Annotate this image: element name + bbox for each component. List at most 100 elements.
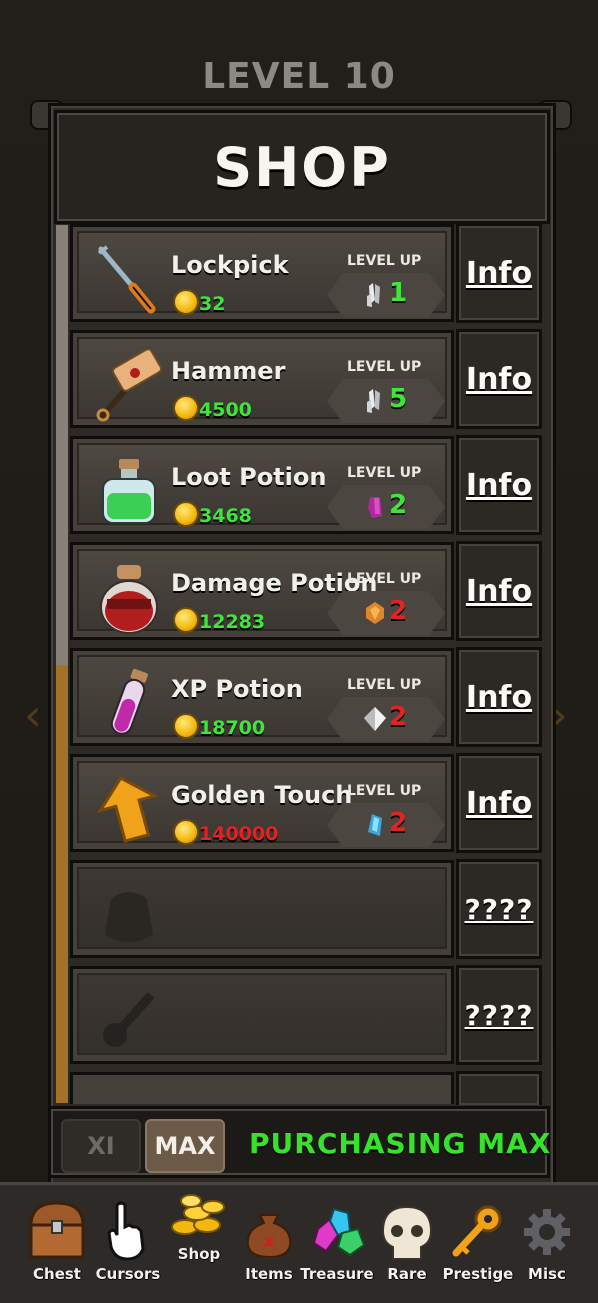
nav-rare[interactable]: Rare [380,1185,434,1303]
level-up-cost: 2 [389,596,408,626]
shop-item-golden-touch[interactable]: Golden Touch 140000 LEVEL UP 2 [70,754,454,852]
nav-label: Items [245,1265,293,1283]
level-up-button[interactable]: 2 [327,591,445,635]
coin-icon [173,607,199,633]
orange-gem-icon [366,602,384,624]
left-arrow-icon[interactable]: ‹ [24,690,42,741]
nav-shop[interactable]: Shop [164,1185,234,1303]
shop-item-lockpick[interactable]: Lockpick 32 LEVEL UP 1 [70,224,454,322]
info-label: ???? [464,998,534,1032]
info-button-loot-potion[interactable]: Info [456,435,542,535]
skull-icon [381,1205,433,1260]
info-label: ???? [464,892,534,926]
info-button-hammer[interactable]: Info [456,329,542,429]
nav-prestige[interactable]: Prestige [442,1185,514,1303]
level-up-label: LEVEL UP [347,359,422,375]
nav-label: Rare [387,1265,427,1283]
shop-item-loot-potion[interactable]: Loot Potion 3468 LEVEL UP 2 [70,436,454,534]
info-button-lockpick[interactable]: Info [456,223,542,323]
level-up-button[interactable]: 1 [327,273,445,317]
level-up-label: LEVEL UP [347,677,422,693]
key-icon [452,1205,502,1257]
nav-label: Treasure [300,1265,374,1283]
coins-icon [171,1194,225,1235]
white-crystal-icon [367,389,380,413]
level-up-cost: 2 [389,808,408,838]
info-button-locked[interactable]: ???? [456,965,542,1065]
x1-button[interactable]: XI [61,1119,141,1173]
gear-icon [524,1209,570,1255]
item-card: Loot Potion 3468 LEVEL UP 2 [77,443,447,529]
bag-icon: x [246,1214,292,1257]
gems-icon [312,1207,366,1257]
nav-label: Misc [528,1265,566,1283]
nav-label: Shop [177,1245,221,1263]
nav-treasure[interactable]: Treasure [298,1185,376,1303]
info-label: Info [465,679,533,715]
item-price: 140000 [199,823,279,845]
level-up-button[interactable]: 2 [327,803,445,847]
xp-potion-icon [110,668,148,735]
shop-item-xp-potion[interactable]: XP Potion 18700 LEVEL UP 2 [70,648,454,746]
level-up-button[interactable]: 5 [327,379,445,423]
item-card: Golden Touch 140000 LEVEL UP 2 [77,761,447,847]
shop-item-locked[interactable] [70,860,454,958]
info-button-xp-potion[interactable]: Info [456,647,542,747]
svg-text:x: x [263,1231,275,1252]
nav-label: Cursors [95,1265,161,1283]
purchasing-status: PURCHASING MAX [249,1127,552,1160]
diamond-icon [364,707,386,731]
nav-label: Prestige [442,1265,514,1283]
red-potion-icon [100,565,158,634]
nav-misc[interactable]: Misc [518,1185,576,1303]
info-label: Info [465,467,533,503]
nav-chest[interactable]: Chest [22,1185,92,1303]
scrollbar-fill [56,665,68,1103]
info-label: Info [465,573,533,609]
item-name: Loot Potion [171,463,327,491]
level-up-label: LEVEL UP [347,253,422,269]
level-up-cost: 2 [389,702,408,732]
hand-cursor-icon [107,1201,145,1261]
level-up-cost: 1 [389,278,408,308]
level-up-cost: 2 [389,490,408,520]
item-card: Damage Potion 12283 LEVEL UP 2 [77,549,447,635]
scrollbar[interactable] [56,225,68,1103]
info-label: Info [465,785,533,821]
coin-icon [173,819,199,845]
lockpick-icon [97,245,156,314]
green-potion-icon [102,459,156,524]
shop-item-locked[interactable] [70,966,454,1064]
coin-icon [173,289,199,315]
level-up-label: LEVEL UP [347,571,422,587]
scrollbar-thumb[interactable] [56,225,68,665]
info-button-locked[interactable]: ???? [456,859,542,959]
info-label: Info [465,255,533,291]
chest-icon [29,1201,85,1259]
item-price: 12283 [199,611,266,633]
info-label: Info [465,361,533,397]
level-up-button[interactable]: 2 [327,697,445,741]
info-button-damage-potion[interactable]: Info [456,541,542,641]
nav-cursors[interactable]: Cursors [94,1185,162,1303]
purple-gem-icon [368,497,382,518]
bottom-nav: Chest Cursors Shop x Items Treasure Rare… [0,1182,598,1303]
item-card [77,867,447,949]
coin-icon [173,713,199,739]
max-button[interactable]: MAX [145,1119,225,1173]
shop-item-damage-potion[interactable]: Damage Potion 12283 LEVEL UP 2 [70,542,454,640]
level-up-label: LEVEL UP [347,783,422,799]
blue-gem-icon [368,814,382,836]
shop-item-hammer[interactable]: Hammer 4500 LEVEL UP 5 [70,330,454,428]
shop-header: SHOP [54,110,550,224]
level-up-button[interactable]: 2 [327,485,445,529]
info-button-partial [456,1071,542,1105]
item-price: 18700 [199,717,266,739]
locked-key-icon [103,992,155,1047]
info-button-golden-touch[interactable]: Info [456,753,542,853]
item-card: XP Potion 18700 LEVEL UP 2 [77,655,447,741]
locked-pouch-icon [105,892,153,942]
nav-items[interactable]: x Items [240,1185,298,1303]
item-card: Hammer 4500 LEVEL UP 5 [77,337,447,423]
item-card: Lockpick 32 LEVEL UP 1 [77,231,447,317]
